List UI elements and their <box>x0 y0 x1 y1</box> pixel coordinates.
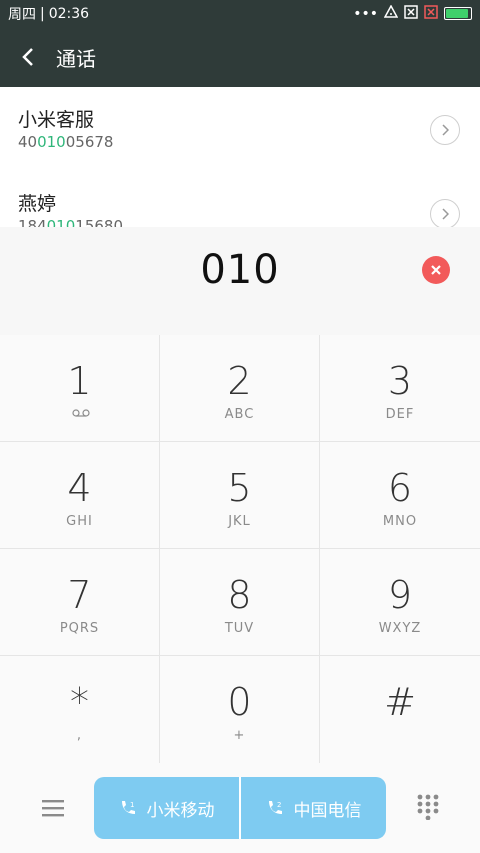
svg-text:1: 1 <box>130 801 134 809</box>
call-sim1-button[interactable]: 1 小米移动 <box>94 777 239 839</box>
dial-input-bar: 010 <box>0 227 480 335</box>
contact-detail-button[interactable] <box>430 199 460 227</box>
key-letters: DEF <box>385 407 415 422</box>
contact-name: 燕婷 <box>18 193 57 215</box>
key-hash[interactable]: # <box>320 656 480 763</box>
phone-icon: 2 <box>268 801 282 814</box>
delete-button[interactable] <box>422 256 450 284</box>
phone-icon: 1 <box>121 801 135 814</box>
status-day: 周四 <box>8 6 36 23</box>
key-digit: 4 <box>67 466 92 510</box>
page-title: 通话 <box>56 46 96 71</box>
key-digit: 3 <box>387 359 413 403</box>
menu-icon <box>42 800 64 817</box>
voicemail-icon <box>72 409 90 417</box>
status-left: 周四 | 02:36 <box>0 4 89 24</box>
dial-keypad: 1 2 ABC 3 DEF 4 GHI 5 JKL 6 MNO 7 PQRS 8… <box>0 335 480 763</box>
key-digit: 1 <box>67 359 92 403</box>
svg-text:2: 2 <box>277 801 281 809</box>
key-letters: GHI <box>66 514 93 529</box>
key-digit: 2 <box>227 359 252 403</box>
key-3[interactable]: 3 DEF <box>320 335 480 442</box>
no-sim-icon <box>404 4 418 23</box>
key-digit: 0 <box>227 680 252 724</box>
chevron-left-icon <box>22 48 33 66</box>
key-digit: 9 <box>387 573 413 617</box>
search-results: 小米客服 4001005678 燕婷 18401015680 <box>0 87 480 227</box>
contact-row[interactable]: 小米客服 4001005678 <box>0 87 480 171</box>
key-digit: 8 <box>227 573 252 617</box>
key-4[interactable]: 4 GHI <box>0 442 160 549</box>
key-letters: ABC <box>224 407 255 422</box>
key-digit: 6 <box>387 466 413 510</box>
back-button[interactable] <box>0 27 56 87</box>
status-time: 02:36 <box>48 5 90 22</box>
close-icon <box>431 265 441 275</box>
key-letters: , <box>76 728 83 743</box>
contact-number: 18401015680 <box>18 217 123 227</box>
no-sim-icon <box>424 4 438 23</box>
dialpad-toggle-button[interactable] <box>408 787 448 827</box>
contact-row[interactable]: 燕婷 18401015680 <box>0 171 480 227</box>
dialed-number[interactable]: 010 <box>0 247 480 293</box>
key-2[interactable]: 2 ABC <box>160 335 320 442</box>
key-letters: PQRS <box>59 621 100 636</box>
app-header: 通话 <box>0 27 480 87</box>
key-letters: WXYZ <box>378 621 422 636</box>
key-5[interactable]: 5 JKL <box>160 442 320 549</box>
call-button-group: 1 小米移动 2 中国电信 <box>94 777 386 839</box>
chevron-right-icon <box>442 208 449 220</box>
key-star[interactable]: * , <box>0 656 160 763</box>
alarm-icon <box>383 3 399 23</box>
key-letters: JKL <box>228 514 251 529</box>
call-sim2-label: 中国电信 <box>293 800 362 821</box>
status-icons: ••• <box>353 3 480 23</box>
chevron-right-icon <box>442 124 449 136</box>
key-digit: 7 <box>67 573 92 617</box>
status-bar: 周四 | 02:36 ••• <box>0 0 480 27</box>
key-letters: TUV <box>224 621 255 636</box>
key-1[interactable]: 1 <box>0 335 160 442</box>
contact-name: 小米客服 <box>18 109 95 131</box>
dots-icon: ••• <box>353 5 378 22</box>
key-digit: 5 <box>227 466 252 510</box>
status-separator: | <box>40 5 45 22</box>
call-sim1-label: 小米移动 <box>146 800 215 821</box>
contact-number: 4001005678 <box>18 133 114 151</box>
dialpad-icon <box>417 794 439 820</box>
key-digit: * <box>70 680 89 724</box>
key-6[interactable]: 6 MNO <box>320 442 480 549</box>
key-digit: # <box>384 680 416 724</box>
key-9[interactable]: 9 WXYZ <box>320 549 480 656</box>
key-letters: MNO <box>382 514 418 529</box>
menu-button[interactable] <box>32 791 74 825</box>
contact-detail-button[interactable] <box>430 115 460 145</box>
bottom-bar: 1 小米移动 2 中国电信 <box>0 763 480 853</box>
battery-icon <box>444 7 472 20</box>
call-sim2-button[interactable]: 2 中国电信 <box>241 777 386 839</box>
key-8[interactable]: 8 TUV <box>160 549 320 656</box>
key-7[interactable]: 7 PQRS <box>0 549 160 656</box>
key-0[interactable]: 0 + <box>160 656 320 763</box>
key-letters: + <box>233 728 246 743</box>
